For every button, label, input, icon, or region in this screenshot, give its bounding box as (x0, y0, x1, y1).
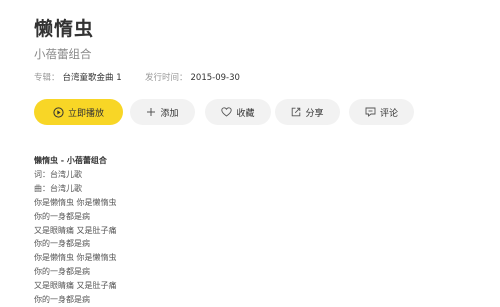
favorite-button[interactable]: 收藏 (205, 99, 271, 125)
comment-label: 评论 (379, 108, 398, 119)
favorite-label: 收藏 (236, 108, 255, 119)
add-button[interactable]: 添加 (130, 99, 195, 125)
lyrics-header: 懒惰虫 - 小蓓蕾组合 (34, 156, 107, 165)
album-label: 专辑： (34, 73, 60, 83)
release-date-value: 2015-09-30 (190, 73, 240, 83)
plus-icon (146, 107, 156, 117)
lyric-line: 你的一身都是病 (34, 267, 90, 277)
lyric-line: 又是眼睛痛 又是肚子痛 (34, 281, 117, 291)
release-date-label: 发行时间： (145, 73, 188, 83)
play-now-label: 立即播放 (67, 108, 104, 119)
lyric-line: 曲：台湾儿歌 (34, 183, 82, 193)
lyric-line: 又是眼睛痛 又是肚子痛 (34, 225, 117, 235)
comment-button[interactable]: 评论 (349, 99, 414, 125)
lyric-line: 你的一身都是病 (34, 211, 90, 221)
play-now-button[interactable]: 立即播放 (34, 99, 123, 125)
lyric-line: 你是懒惰虫 你是懒惰虫 (34, 253, 117, 263)
song-meta: 专辑： 台湾童歌金曲 1 发行时间： 2015-09-30 (34, 71, 240, 83)
share-icon (291, 107, 301, 117)
lyric-line: 词：台湾儿歌 (34, 169, 82, 179)
lyric-line: 你是懒惰虫 你是懒惰虫 (34, 197, 117, 207)
song-title: 懒惰虫 (34, 18, 95, 40)
lyrics-block: 懒惰虫 - 小蓓蕾组合 词：台湾儿歌 曲：台湾儿歌 你是懒惰虫 你是懒惰虫 你的… (34, 154, 117, 307)
share-label: 分享 (305, 108, 324, 119)
add-label: 添加 (160, 108, 179, 119)
lyric-line: 你的一身都是病 (34, 239, 90, 249)
song-artist[interactable]: 小蓓蕾组合 (34, 46, 92, 62)
heart-icon (221, 107, 233, 117)
album-name-link[interactable]: 台湾童歌金曲 1 (63, 71, 122, 83)
share-button[interactable]: 分享 (275, 99, 340, 125)
play-icon (53, 106, 64, 118)
comment-icon (365, 107, 376, 117)
release-date: 发行时间： 2015-09-30 (145, 71, 240, 83)
lyric-line: 你的一身都是病 (34, 295, 90, 305)
